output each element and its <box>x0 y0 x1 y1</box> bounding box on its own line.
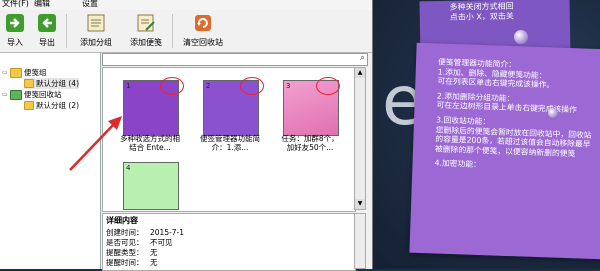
scroll-down-icon[interactable]: ▼ <box>355 199 365 209</box>
import-label: 导入 <box>7 38 23 47</box>
toolbar-separator <box>172 14 173 48</box>
add-note-label: 添加便笺 <box>130 38 162 47</box>
tree-node-label: 便笺组 <box>24 68 47 77</box>
tree-expand-icon[interactable]: ▭ <box>2 69 10 76</box>
empty-recycle-button[interactable]: 清空回收站 <box>178 10 228 50</box>
scroll-up-icon[interactable]: ▲ <box>355 68 365 78</box>
import-button[interactable]: 导入 <box>2 10 28 50</box>
sticky-paragraph: 3.回收站功能： 您删除后的便笺会暂时放在回收站中，回收站的容量是200条，若超… <box>434 115 592 159</box>
group-tree: ▭ 便笺组 默认分组 (4) ▭ 便笺回收站 默认分组 (2) <box>0 53 101 269</box>
sticky-paragraph: 4.加密功能： <box>434 158 482 170</box>
note-manager-window: 文件(F) 编辑 设置 导入 导出 添加分组 添加便笺 清空回收站 ▭ 便笺组 … <box>0 0 373 271</box>
export-arrow-icon <box>38 14 56 32</box>
detail-value: 不可见 <box>150 238 173 247</box>
note-thumb-4[interactable]: 4 <box>123 162 179 210</box>
folder-icon <box>24 101 34 110</box>
toolbar-separator <box>66 14 67 48</box>
detail-heading: 详细内容 <box>106 216 138 225</box>
menu-settings[interactable]: 设置 <box>82 0 98 9</box>
empty-recycle-label: 清空回收站 <box>183 38 223 47</box>
add-note-button[interactable]: 添加便笺 <box>126 10 166 50</box>
folder-icon <box>10 67 22 78</box>
search-icon[interactable]: ⌕ <box>360 53 365 63</box>
detail-value: 无 <box>150 248 158 257</box>
edit-note-icon <box>137 14 155 32</box>
note-number: 3 <box>286 82 291 90</box>
detail-value: 2015-7-1 <box>150 228 185 237</box>
desktop-sticky-note[interactable]: 便笺管理器功能简介： 1.添加、删除、隐藏便笺功能： 可在列表区单击右键完成该操… <box>409 42 600 260</box>
export-label: 导出 <box>39 38 55 47</box>
toolbar: 导入 导出 添加分组 添加便笺 清空回收站 <box>0 10 372 53</box>
note-title: 多种收选方式的相结合 Ente... <box>120 134 180 152</box>
add-group-label: 添加分组 <box>80 38 112 47</box>
note-title: 任务：加群8个，加好友50个... <box>281 134 339 152</box>
tree-node-default-group[interactable]: 默认分组 (4) <box>24 78 80 89</box>
sticky-paragraph: 便笺管理器功能简介： 1.添加、删除、隐藏便笺功能： 可在列表区单击右键完成该操… <box>437 57 555 90</box>
tree-node-label: 默认分组 (2) <box>36 101 80 110</box>
note-number: 4 <box>126 164 131 172</box>
detail-value: 无 <box>150 258 158 267</box>
detail-panel: 详细内容 创建时间： 2015-7-1 是否可见： 不可见 提醒类型：无 提醒时间：… <box>102 213 356 271</box>
note-title: 便签管理器功能简介：1.添... <box>200 134 260 152</box>
notebook-icon <box>87 14 105 32</box>
import-arrow-icon <box>6 14 24 32</box>
highlight-circle <box>316 77 340 95</box>
note-grid: 1 多种收选方式的相结合 Ente... 2 便签管理器功能简介：1.添... … <box>102 67 356 212</box>
tree-node-label: 便笺回收站 <box>24 90 62 99</box>
export-button[interactable]: 导出 <box>34 10 60 50</box>
note-number: 1 <box>126 82 131 90</box>
detail-scrollbar[interactable] <box>354 213 366 269</box>
tree-node-label: 默认分组 (4) <box>36 79 80 88</box>
tree-node-notes-root[interactable]: ▭ 便笺组 <box>2 67 47 78</box>
detail-row: 提醒时间： 无 <box>106 257 158 268</box>
highlight-circle <box>240 77 264 95</box>
sticky-paragraph: 2.添加删除分组功能： 可在左边树形目录上单击右键完成该操作 <box>436 91 577 115</box>
pin-icon <box>548 108 558 118</box>
recycle-icon <box>195 15 211 31</box>
menu-edit[interactable]: 编辑 <box>34 0 50 9</box>
search-input[interactable]: ⌕ <box>102 53 368 66</box>
folder-icon <box>24 79 34 88</box>
add-group-button[interactable]: 添加分组 <box>76 10 116 50</box>
recycle-bin-icon <box>10 89 22 100</box>
detail-key: 提醒时间： <box>106 258 144 267</box>
menu-file[interactable]: 文件(F) <box>2 0 29 9</box>
note-grid-scrollbar[interactable]: ▲ ▼ <box>354 67 366 210</box>
highlight-circle <box>160 77 184 95</box>
sticky-note-text: 多种关闭方式相回 点击小 X，双击关 <box>449 1 514 22</box>
tree-node-recycle-default[interactable]: 默认分组 (2) <box>24 100 79 111</box>
tree-node-recycle-bin[interactable]: ▭ 便笺回收站 <box>2 89 62 100</box>
sticky-note-body: 便笺管理器功能简介： 1.添加、删除、隐藏便笺功能： 可在列表区单击右键完成该操… <box>434 57 598 178</box>
pin-icon <box>514 30 528 44</box>
tree-expand-icon[interactable]: ▭ <box>2 91 10 98</box>
note-number: 2 <box>206 82 211 90</box>
